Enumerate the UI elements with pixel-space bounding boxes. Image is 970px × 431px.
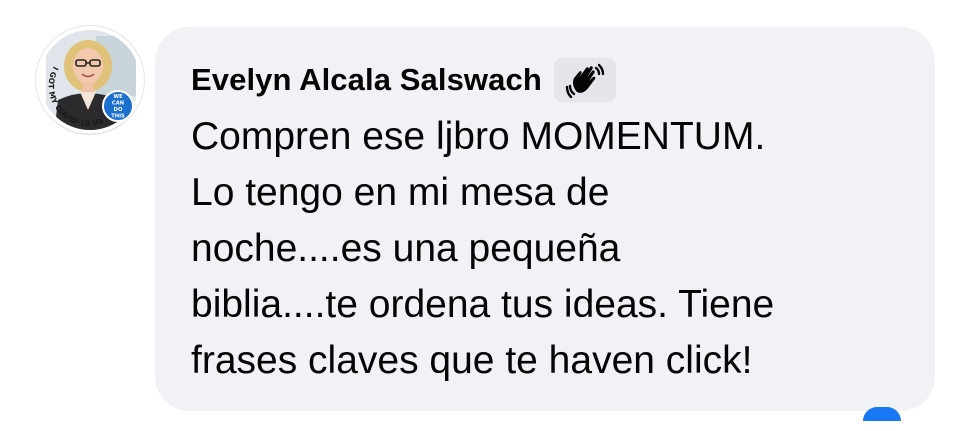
avatar-badge-line-1: WE [113, 94, 123, 100]
comment-body: Compren ese ljbro MOMENTUM. Lo tengo en … [191, 115, 775, 382]
waving-hand-icon[interactable] [553, 58, 616, 102]
comment-author-name[interactable]: Evelyn Alcala Salswach [191, 62, 542, 98]
avatar-badge-line-3: DO [114, 107, 123, 113]
waving-hand-icon-glyph [565, 63, 605, 98]
comment-header: Evelyn Alcala Salswach [191, 55, 905, 105]
avatar-badge-line-2: CAN [112, 101, 124, 107]
reaction-indicator[interactable] [863, 407, 901, 421]
comment-bubble: Evelyn Alcala Salswach Compren ese ljbro… [155, 27, 935, 421]
avatar-badge-line-4: THIS [111, 114, 125, 120]
comment-screen: I GOT MY COVID-19 VACCINE WE CAN DO THIS… [0, 0, 970, 431]
avatar[interactable]: I GOT MY COVID-19 VACCINE WE CAN DO THIS [36, 26, 144, 134]
avatar-image: I GOT MY COVID-19 VACCINE WE CAN DO THIS [36, 26, 144, 134]
